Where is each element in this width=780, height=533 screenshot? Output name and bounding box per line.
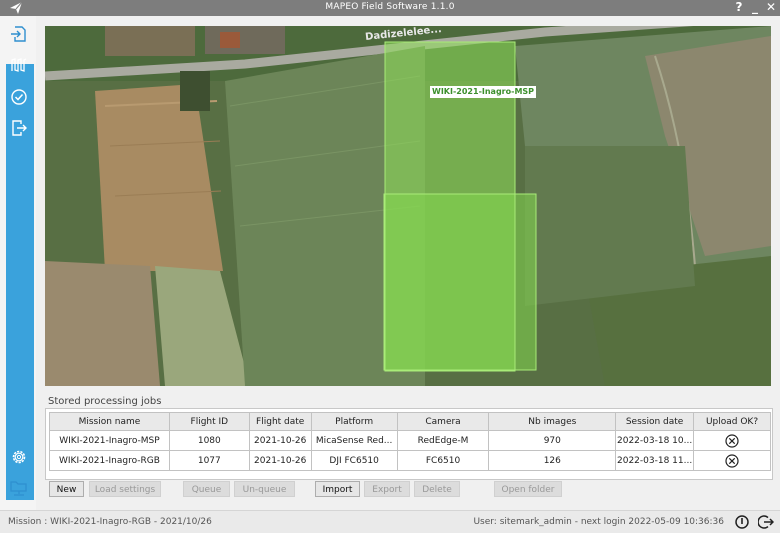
load-settings-button[interactable]: Load settings [89, 481, 161, 497]
camera-cell: FC6510 [396, 450, 490, 471]
nb-images-cell: 970 [488, 430, 617, 451]
queue-button[interactable]: Queue [183, 481, 230, 497]
export-icon [12, 120, 27, 136]
validate-button[interactable] [8, 86, 30, 108]
window-title: MAPEO Field Software 1.1.0 [325, 2, 455, 12]
mission-name-cell: WIKI-2021-Inagro-RGB [49, 450, 170, 471]
network-folder-button[interactable] [8, 477, 30, 499]
map-view[interactable]: Dadizelelee... WIKI-2021-Inagro-MSP [45, 26, 771, 386]
camera-cell: RedEdge-M [396, 430, 490, 451]
mission-status: Mission : WIKI-2021-Inagro-RGB - 2021/10… [8, 517, 212, 527]
status-bar: Mission : WIKI-2021-Inagro-RGB - 2021/10… [0, 510, 780, 533]
export-job-button[interactable]: Export [364, 481, 410, 497]
jobs-table: Mission name Flight ID Flight date Platf… [49, 412, 771, 471]
column-header[interactable]: Platform [310, 412, 398, 431]
new-button[interactable]: New [49, 481, 84, 497]
flight-date-cell: 2021-10-26 [248, 430, 312, 451]
session-date-cell: 2022-03-18 10... [615, 430, 695, 451]
settings-icon [12, 450, 26, 464]
column-header[interactable]: Nb images [488, 412, 617, 431]
session-date-cell: 2022-03-18 11... [615, 450, 695, 471]
satellite-imagery [45, 26, 771, 386]
column-header[interactable]: Upload OK? [693, 412, 771, 431]
flight-id-cell: 1077 [168, 450, 250, 471]
minimize-button[interactable]: _ [748, 0, 762, 16]
table-header-row: Mission name Flight ID Flight date Platf… [49, 412, 771, 431]
close-button[interactable]: ✕ [764, 0, 778, 16]
column-header[interactable]: Mission name [49, 412, 170, 431]
upload-status-cell [693, 450, 771, 471]
open-folder-button[interactable]: Open folder [494, 481, 562, 497]
column-header[interactable]: Session date [615, 412, 695, 431]
flight-lines-button[interactable] [8, 54, 30, 76]
import-job-button[interactable]: Import [315, 481, 360, 497]
column-header[interactable]: Camera [396, 412, 490, 431]
table-row[interactable]: WIKI-2021-Inagro-RGB 1077 2021-10-26 DJI… [49, 450, 771, 471]
platform-cell: DJI FC6510 [310, 450, 398, 471]
folder-network-icon [10, 481, 27, 496]
check-circle-icon [11, 89, 27, 105]
delete-button[interactable]: Delete [414, 481, 460, 497]
rgb-footprint[interactable] [384, 194, 536, 370]
table-row[interactable]: WIKI-2021-Inagro-MSP 1080 2021-10-26 Mic… [49, 430, 771, 451]
title-bar: MAPEO Field Software 1.1.0 ? _ ✕ [0, 0, 780, 16]
x-circle-icon [725, 453, 739, 468]
panel-splitter[interactable] [45, 387, 771, 393]
column-header[interactable]: Flight ID [168, 412, 250, 431]
import-icon [11, 26, 26, 42]
unqueue-button[interactable]: Un-queue [234, 481, 295, 497]
flight-lines-icon [11, 58, 27, 72]
import-button[interactable] [8, 23, 30, 45]
settings-button[interactable] [8, 446, 30, 468]
flight-id-cell: 1080 [168, 430, 250, 451]
logout-icon[interactable] [758, 514, 774, 530]
mission-map-label: WIKI-2021-Inagro-MSP [430, 86, 537, 98]
flight-date-cell: 2021-10-26 [248, 450, 312, 471]
mission-name-cell: WIKI-2021-Inagro-MSP [49, 430, 170, 451]
left-toolbar [0, 16, 36, 512]
power-icon[interactable] [734, 514, 750, 530]
column-header[interactable]: Flight date [248, 412, 312, 431]
upload-status-cell [693, 430, 771, 451]
user-status: User: sitemark_admin - next login 2022-0… [473, 517, 724, 527]
x-circle-icon [725, 433, 739, 448]
jobs-section-title: Stored processing jobs [48, 396, 162, 407]
platform-cell: MicaSense Red... [310, 430, 398, 451]
jobs-table-container: Mission name Flight ID Flight date Platf… [45, 408, 773, 480]
help-button[interactable]: ? [732, 0, 746, 16]
export-button[interactable] [8, 117, 30, 139]
nb-images-cell: 126 [488, 450, 617, 471]
